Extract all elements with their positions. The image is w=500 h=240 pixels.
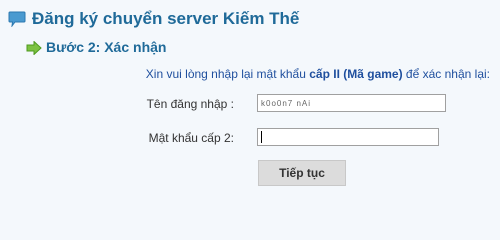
password-label: Mật khẩu cấp 2:: [148, 131, 234, 145]
chat-bubble-icon: [8, 11, 26, 28]
arrow-right-icon: [26, 40, 42, 56]
instruction-emphasis: cấp II (Mã game): [309, 67, 403, 81]
instruction-text: Xin vui lòng nhập lại mật khẩu cấp II (M…: [146, 67, 490, 81]
username-label: Tên đăng nhập :: [146, 97, 234, 111]
continue-button[interactable]: Tiếp tục: [258, 160, 346, 186]
password-field[interactable]: [257, 128, 439, 146]
step-heading: Bước 2: Xác nhận: [26, 38, 166, 56]
step-label: Bước 2: Xác nhận: [46, 39, 167, 55]
username-field[interactable]: [257, 94, 446, 112]
instruction-suffix: để xác nhận lại:: [402, 67, 490, 81]
instruction-prefix: Xin vui lòng nhập lại mật khẩu: [145, 67, 310, 81]
text-cursor: [261, 131, 262, 143]
page-title: Đăng ký chuyển server Kiếm Thế: [32, 9, 300, 28]
page-header: Đăng ký chuyển server Kiếm Thế: [8, 8, 299, 30]
